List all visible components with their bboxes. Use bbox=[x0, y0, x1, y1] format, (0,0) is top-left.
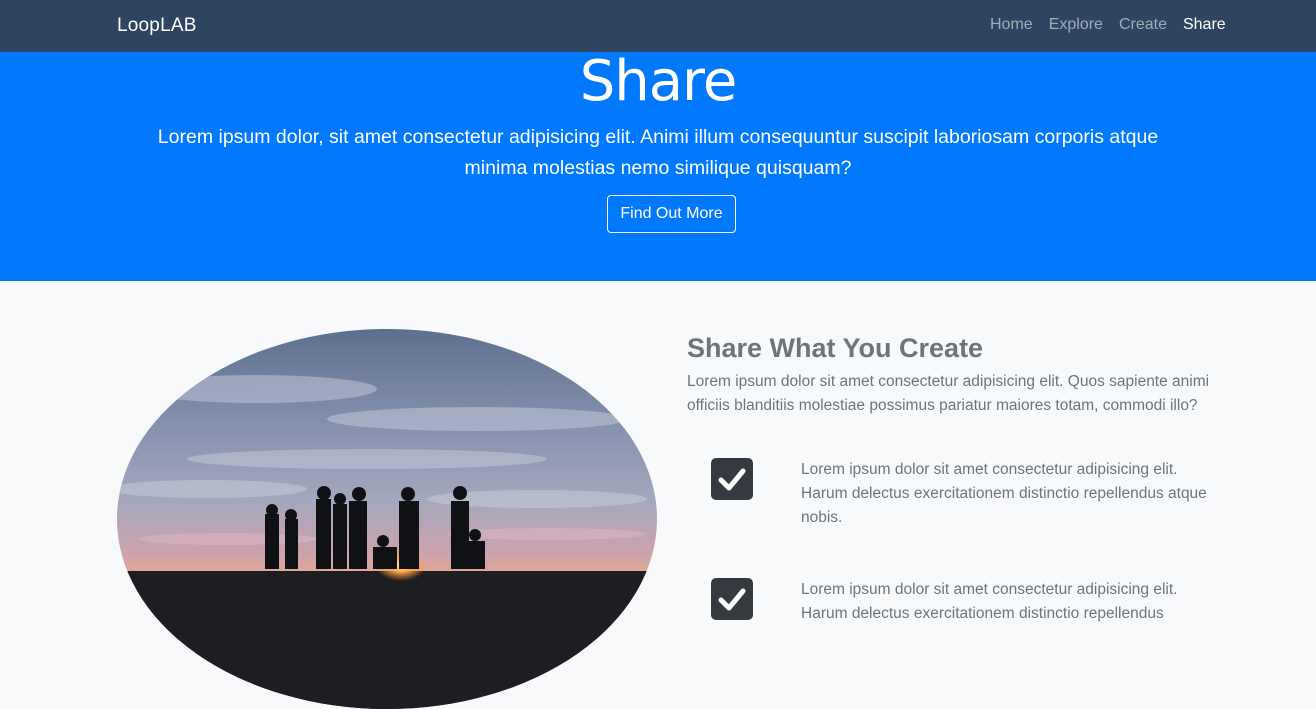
feature-item-text: Lorem ipsum dolor sit amet consectetur a… bbox=[801, 581, 1178, 622]
navbar: LoopLAB Home Explore Create Share bbox=[0, 0, 1316, 52]
brand-logo[interactable]: LoopLAB bbox=[117, 15, 197, 37]
hero-title: Share bbox=[579, 49, 738, 114]
feature-text: Lorem ipsum dolor sit amet consectetur a… bbox=[687, 373, 1210, 414]
nav-link-share[interactable]: Share bbox=[1175, 15, 1234, 35]
check-square-icon bbox=[711, 458, 753, 500]
nav-link-explore[interactable]: Explore bbox=[1041, 15, 1111, 35]
find-out-more-button[interactable]: Find Out More bbox=[607, 195, 736, 233]
nav-links: Home Explore Create Share bbox=[982, 15, 1234, 35]
feature-title: Share What You Create bbox=[687, 333, 984, 363]
feature-item-text: Lorem ipsum dolor sit amet consectetur a… bbox=[801, 461, 1207, 526]
bonfire-beach-photo bbox=[117, 329, 657, 709]
nav-link-create[interactable]: Create bbox=[1111, 15, 1175, 35]
feature-section: Share What You Create Lorem ipsum dolor … bbox=[0, 281, 1316, 709]
check-square-icon bbox=[711, 578, 753, 620]
hero-text: Lorem ipsum dolor, sit amet consectetur … bbox=[157, 126, 1159, 179]
hero-section: Share Lorem ipsum dolor, sit amet consec… bbox=[0, 52, 1316, 281]
nav-link-home[interactable]: Home bbox=[982, 15, 1041, 35]
